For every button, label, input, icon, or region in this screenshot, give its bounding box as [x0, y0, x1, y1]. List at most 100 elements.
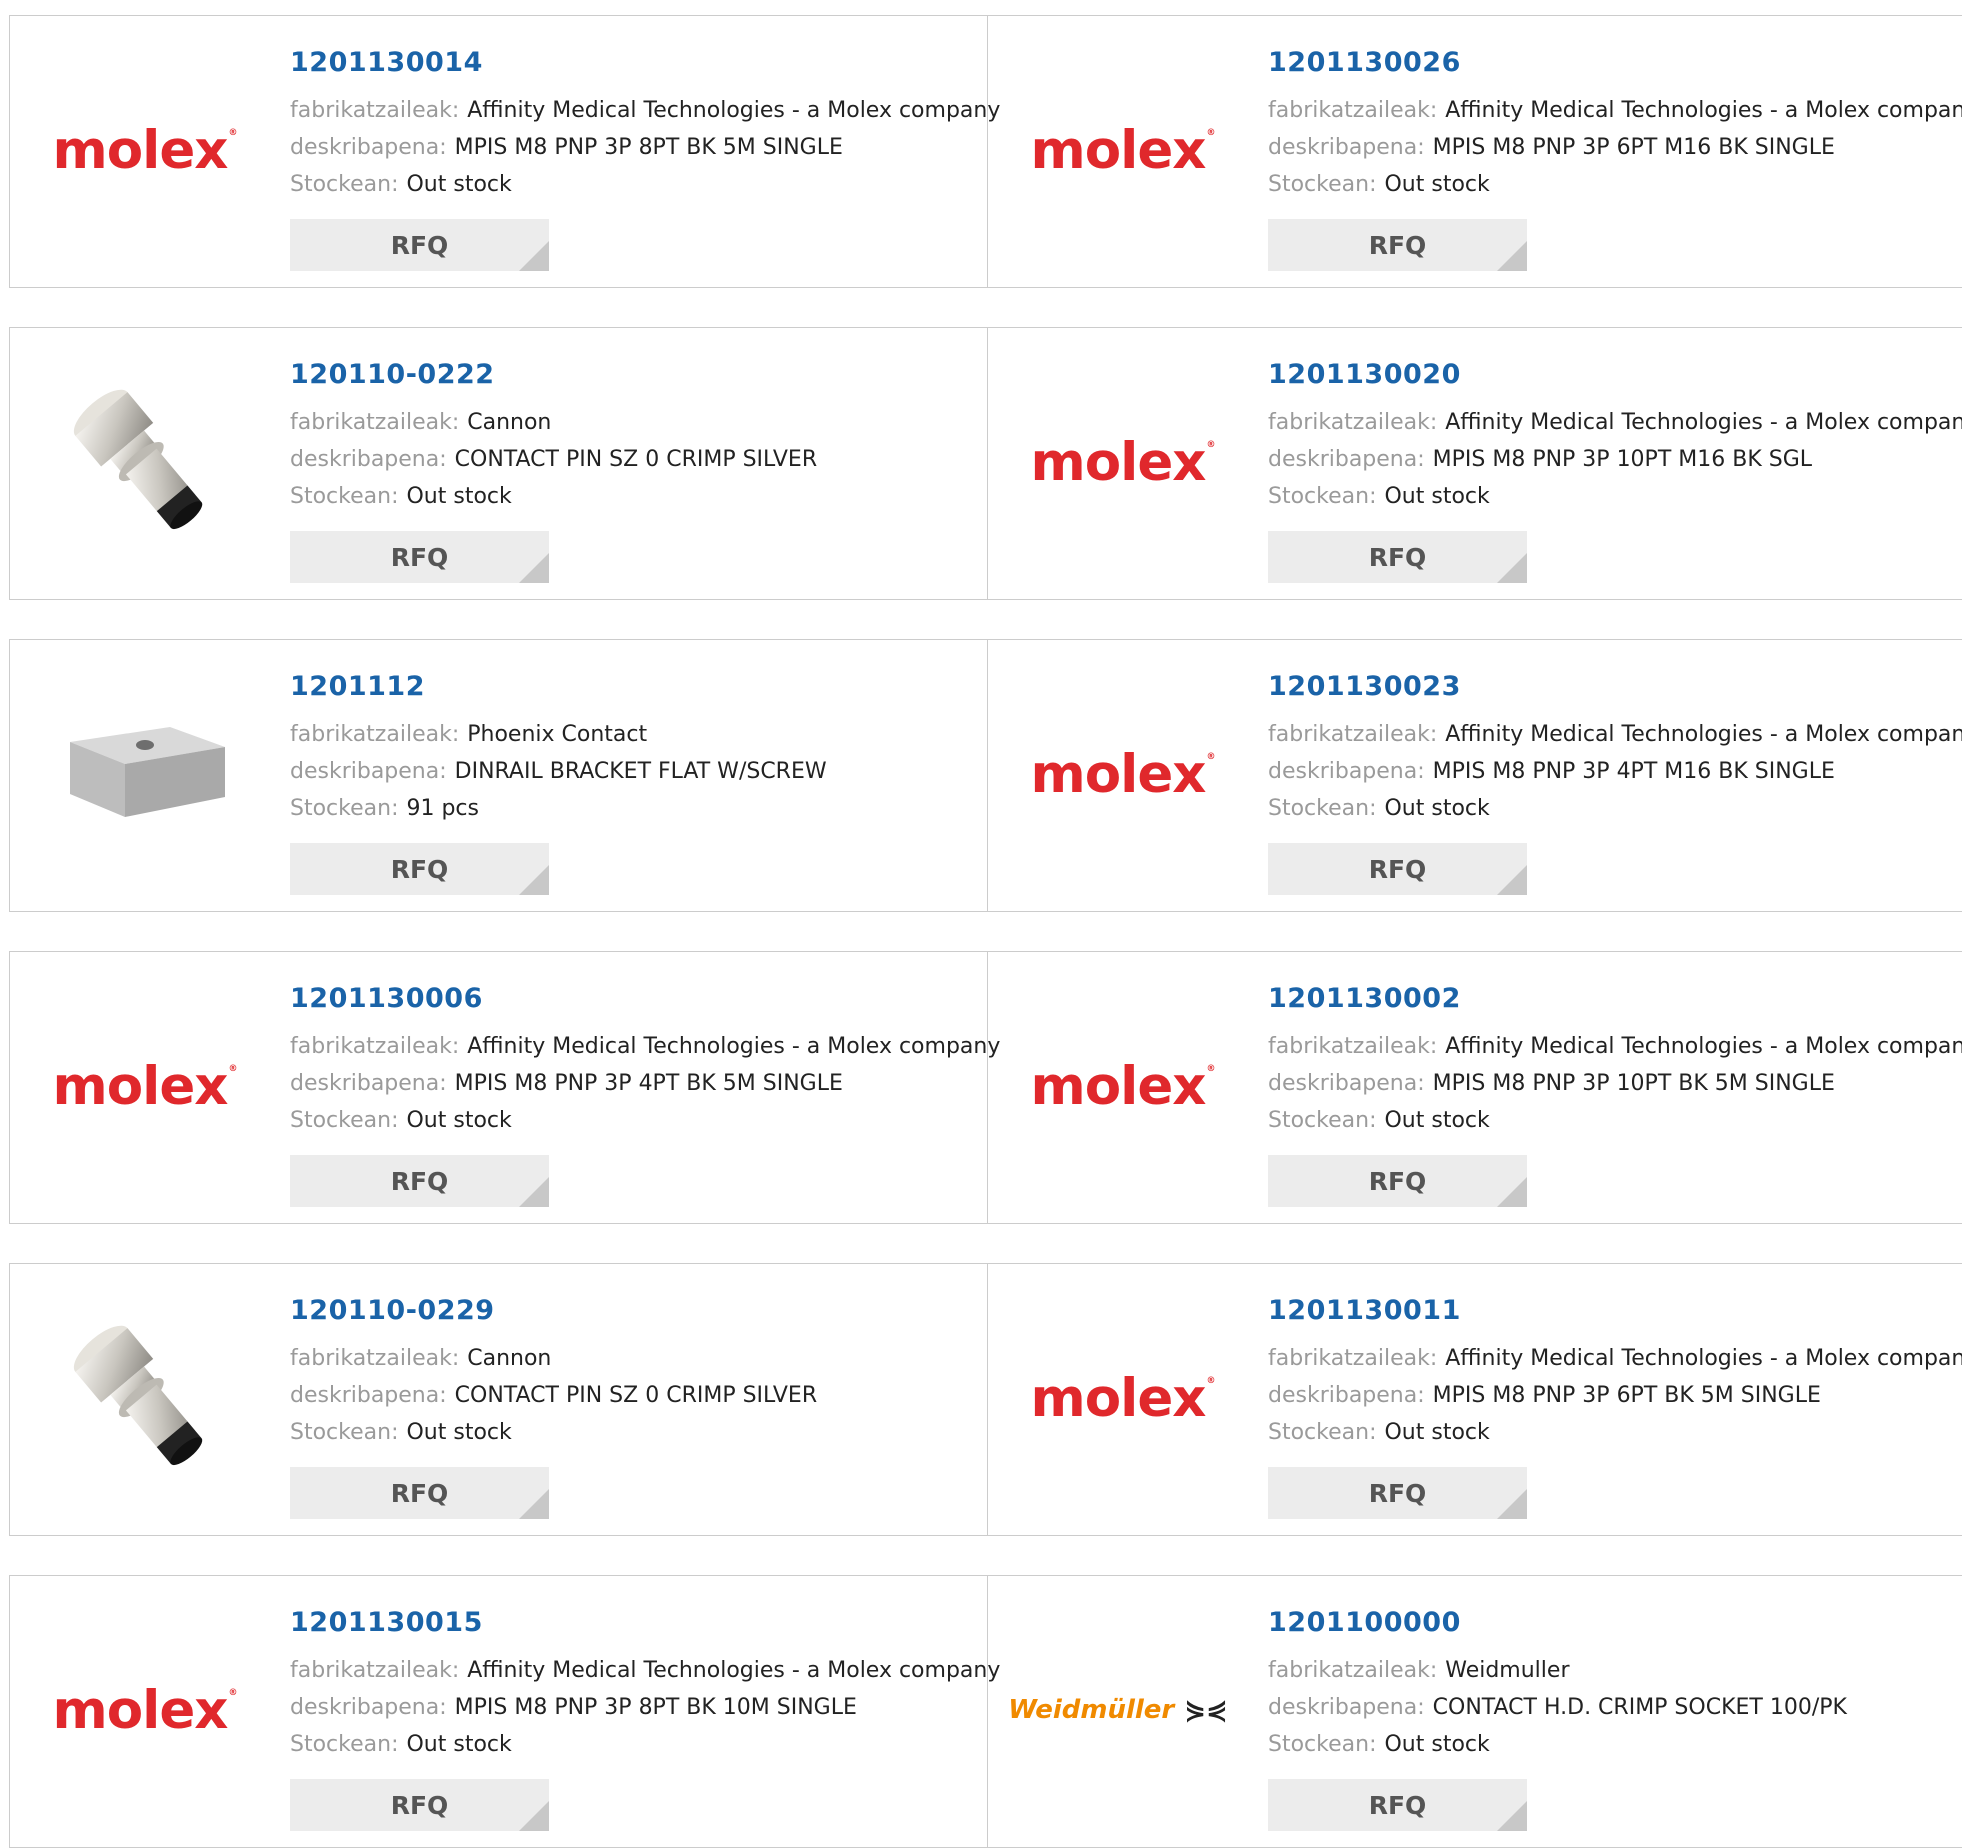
- description-label: deskribapena:: [290, 1383, 447, 1408]
- stock-line: Stockean: 91 pcs: [290, 790, 987, 827]
- manufacturer-line: fabrikatzaileak: Phoenix Contact: [290, 716, 987, 753]
- manufacturer-value: Affinity Medical Technologies - a Molex …: [467, 98, 1001, 123]
- product-thumbnail[interactable]: [40, 674, 240, 874]
- product-info: 1201100000 fabrikatzaileak: Weidmuller desk…: [1268, 1606, 1962, 1763]
- description-line: deskribapena: DINRAIL BRACKET FLAT W/SCRE…: [290, 753, 987, 790]
- rfq-label: RFQ: [390, 542, 449, 572]
- description-line: deskribapena: CONTACT PIN SZ 0 CRIMP SILV…: [290, 441, 987, 478]
- manufacturer-line: fabrikatzaileak: Affinity Medical Technol…: [1268, 1028, 1962, 1065]
- description-label: deskribapena:: [290, 759, 447, 784]
- description-value: CONTACT PIN SZ 0 CRIMP SILVER: [454, 1383, 818, 1408]
- rfq-button[interactable]: RFQ: [1268, 1467, 1527, 1519]
- product-info: 1201112 fabrikatzaileak: Phoenix Contact de…: [290, 670, 987, 827]
- rfq-button[interactable]: RFQ: [290, 531, 549, 583]
- product-thumbnail[interactable]: molex ®: [40, 50, 240, 250]
- corner-triangle-icon: [1497, 1801, 1527, 1831]
- molex-logo: molex ®: [1030, 119, 1216, 181]
- manufacturer-label: fabrikatzaileak:: [1268, 722, 1438, 747]
- molex-logo: molex ®: [1030, 1055, 1216, 1117]
- rfq-button[interactable]: RFQ: [1268, 843, 1527, 895]
- product-thumbnail[interactable]: molex ®: [1018, 50, 1218, 250]
- part-number-link[interactable]: 1201112: [290, 670, 987, 704]
- part-number-link[interactable]: 120110-0222: [290, 358, 987, 392]
- corner-triangle-icon: [1497, 1489, 1527, 1519]
- rfq-button[interactable]: RFQ: [290, 1155, 549, 1207]
- stock-label: Stockean:: [290, 796, 399, 821]
- product-thumbnail[interactable]: molex ®: [1018, 1298, 1218, 1498]
- product-card: molex ® 1201130002 fabrikatzaileak: Affinity…: [987, 952, 1962, 1223]
- corner-triangle-icon: [1497, 241, 1527, 271]
- stock-line: Stockean: Out stock: [1268, 478, 1962, 515]
- product-row: 120110-0222 fabrikatzaileak: Cannon deskrib…: [9, 327, 1962, 600]
- manufacturer-value: Phoenix Contact: [467, 722, 648, 747]
- manufacturer-label: fabrikatzaileak:: [1268, 1658, 1438, 1683]
- rfq-label: RFQ: [1368, 230, 1427, 260]
- rfq-button[interactable]: RFQ: [1268, 219, 1527, 271]
- part-number-link[interactable]: 1201130020: [1268, 358, 1962, 392]
- stock-line: Stockean: Out stock: [290, 1726, 987, 1763]
- stock-value: Out stock: [406, 1420, 512, 1445]
- stock-label: Stockean:: [290, 1420, 399, 1445]
- molex-logo: molex ®: [52, 1679, 238, 1741]
- corner-triangle-icon: [519, 865, 549, 895]
- manufacturer-label: fabrikatzaileak:: [290, 722, 460, 747]
- rfq-button[interactable]: RFQ: [1268, 1155, 1527, 1207]
- part-number-link[interactable]: 1201130014: [290, 46, 987, 80]
- manufacturer-label: fabrikatzaileak:: [290, 1658, 460, 1683]
- description-label: deskribapena:: [290, 1071, 447, 1096]
- manufacturer-label: fabrikatzaileak:: [290, 1346, 460, 1371]
- rfq-button[interactable]: RFQ: [290, 843, 549, 895]
- rfq-button[interactable]: RFQ: [290, 1467, 549, 1519]
- description-label: deskribapena:: [290, 1695, 447, 1720]
- manufacturer-line: fabrikatzaileak: Cannon: [290, 1340, 987, 1377]
- rfq-button[interactable]: RFQ: [1268, 531, 1527, 583]
- stock-line: Stockean: Out stock: [290, 166, 987, 203]
- rfq-button[interactable]: RFQ: [290, 1779, 549, 1831]
- manufacturer-value: Affinity Medical Technologies - a Molex …: [467, 1034, 1001, 1059]
- manufacturer-value: Weidmuller: [1445, 1658, 1570, 1683]
- product-info: 120110-0229 fabrikatzaileak: Cannon deskrib…: [290, 1294, 987, 1451]
- part-number-link[interactable]: 1201130026: [1268, 46, 1962, 80]
- rfq-button[interactable]: RFQ: [290, 219, 549, 271]
- manufacturer-line: fabrikatzaileak: Affinity Medical Technol…: [290, 1652, 1000, 1689]
- part-number-link[interactable]: 1201130002: [1268, 982, 1962, 1016]
- stock-value: Out stock: [1384, 796, 1490, 821]
- corner-triangle-icon: [1497, 865, 1527, 895]
- product-info: 1201130020 fabrikatzaileak: Affinity Medic…: [1268, 358, 1962, 515]
- rfq-label: RFQ: [1368, 854, 1427, 884]
- part-number-link[interactable]: 1201130011: [1268, 1294, 1962, 1328]
- product-card: 120110-0229 fabrikatzaileak: Cannon deskrib…: [9, 1264, 987, 1535]
- product-info: 1201130014 fabrikatzaileak: Affinity Medic…: [290, 46, 1000, 203]
- manufacturer-line: fabrikatzaileak: Affinity Medical Technol…: [290, 92, 1000, 129]
- description-value: MPIS M8 PNP 3P 8PT BK 5M SINGLE: [454, 135, 843, 160]
- description-label: deskribapena:: [1268, 447, 1425, 472]
- description-line: deskribapena: MPIS M8 PNP 3P 6PT BK 5M SI…: [1268, 1377, 1962, 1414]
- description-line: deskribapena: MPIS M8 PNP 3P 4PT M16 BK S…: [1268, 753, 1962, 790]
- product-thumbnail[interactable]: [40, 1298, 240, 1498]
- product-info: 1201130006 fabrikatzaileak: Affinity Medic…: [290, 982, 1000, 1139]
- description-value: MPIS M8 PNP 3P 4PT BK 5M SINGLE: [454, 1071, 843, 1096]
- rfq-button[interactable]: RFQ: [1268, 1779, 1527, 1831]
- corner-triangle-icon: [519, 1177, 549, 1207]
- manufacturer-label: fabrikatzaileak:: [290, 410, 460, 435]
- manufacturer-line: fabrikatzaileak: Affinity Medical Technol…: [1268, 716, 1962, 753]
- part-number-link[interactable]: 1201130023: [1268, 670, 1962, 704]
- product-thumbnail[interactable]: molex ®: [40, 986, 240, 1186]
- part-number-link[interactable]: 1201130006: [290, 982, 987, 1016]
- product-thumbnail[interactable]: Weidmüller ⋟⋞: [1008, 1610, 1228, 1810]
- product-thumbnail[interactable]: molex ®: [1018, 986, 1218, 1186]
- product-thumbnail[interactable]: molex ®: [40, 1610, 240, 1810]
- part-number-link[interactable]: 120110-0229: [290, 1294, 987, 1328]
- product-card: molex ® 1201130020 fabrikatzaileak: Affinity…: [987, 328, 1962, 599]
- product-card: 1201112 fabrikatzaileak: Phoenix Contact de…: [9, 640, 987, 911]
- stock-value: Out stock: [1384, 1108, 1490, 1133]
- product-thumbnail[interactable]: molex ®: [1018, 674, 1218, 874]
- part-number-link[interactable]: 1201130015: [290, 1606, 987, 1640]
- product-card: molex ® 1201130011 fabrikatzaileak: Affinity…: [987, 1264, 1962, 1535]
- product-thumbnail[interactable]: [40, 362, 240, 562]
- part-number-link[interactable]: 1201100000: [1268, 1606, 1962, 1640]
- product-card: molex ® 1201130014 fabrikatzaileak: Affinity…: [9, 16, 1000, 287]
- product-thumbnail[interactable]: molex ®: [1018, 362, 1218, 562]
- product-info: 1201130026 fabrikatzaileak: Affinity Medic…: [1268, 46, 1962, 203]
- stock-label: Stockean:: [1268, 172, 1377, 197]
